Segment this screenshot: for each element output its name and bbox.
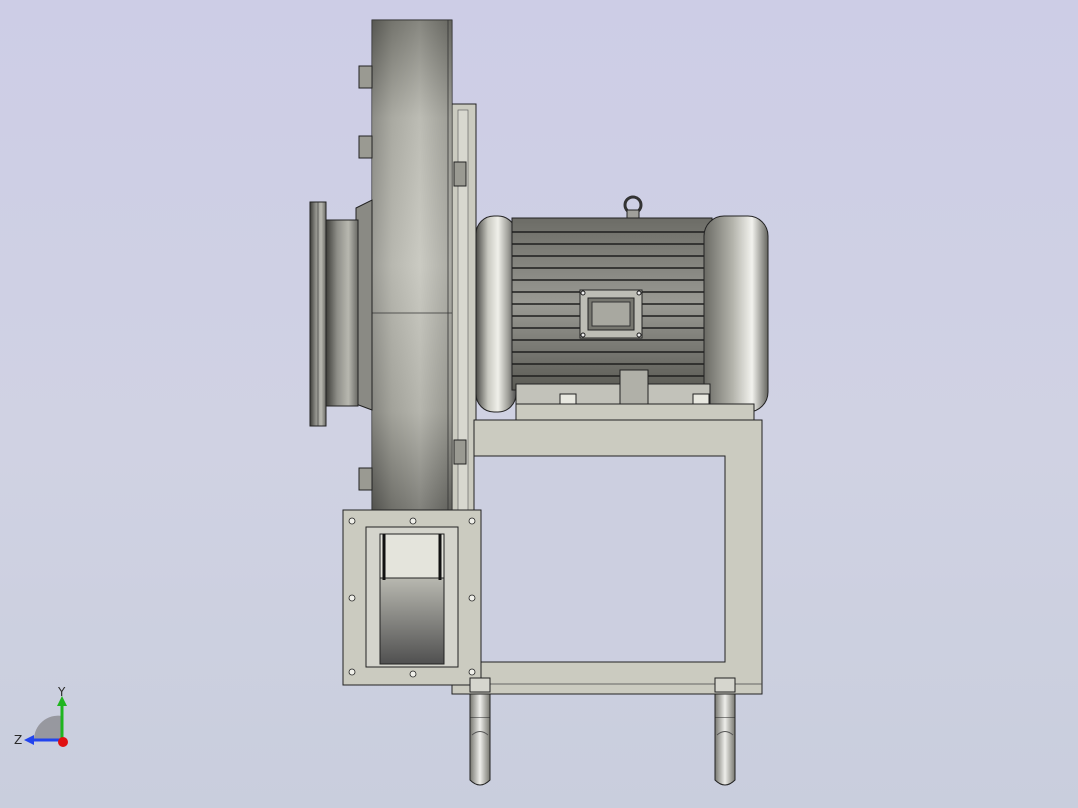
blower-assembly-model[interactable] <box>0 0 1078 808</box>
isolator-foot-right[interactable] <box>714 677 736 786</box>
z-axis-label: Z <box>14 733 22 747</box>
orientation-triad[interactable]: Y Z <box>10 684 80 754</box>
blower-housing[interactable] <box>358 19 467 511</box>
y-axis-label: Y <box>57 685 66 699</box>
x-axis-dot-icon <box>58 737 68 747</box>
electric-motor[interactable] <box>475 195 769 421</box>
inlet-flange[interactable] <box>309 199 373 427</box>
cad-viewport[interactable]: Y Z <box>0 0 1078 808</box>
outlet-flange[interactable] <box>342 509 482 686</box>
isolator-foot-left[interactable] <box>469 677 491 786</box>
